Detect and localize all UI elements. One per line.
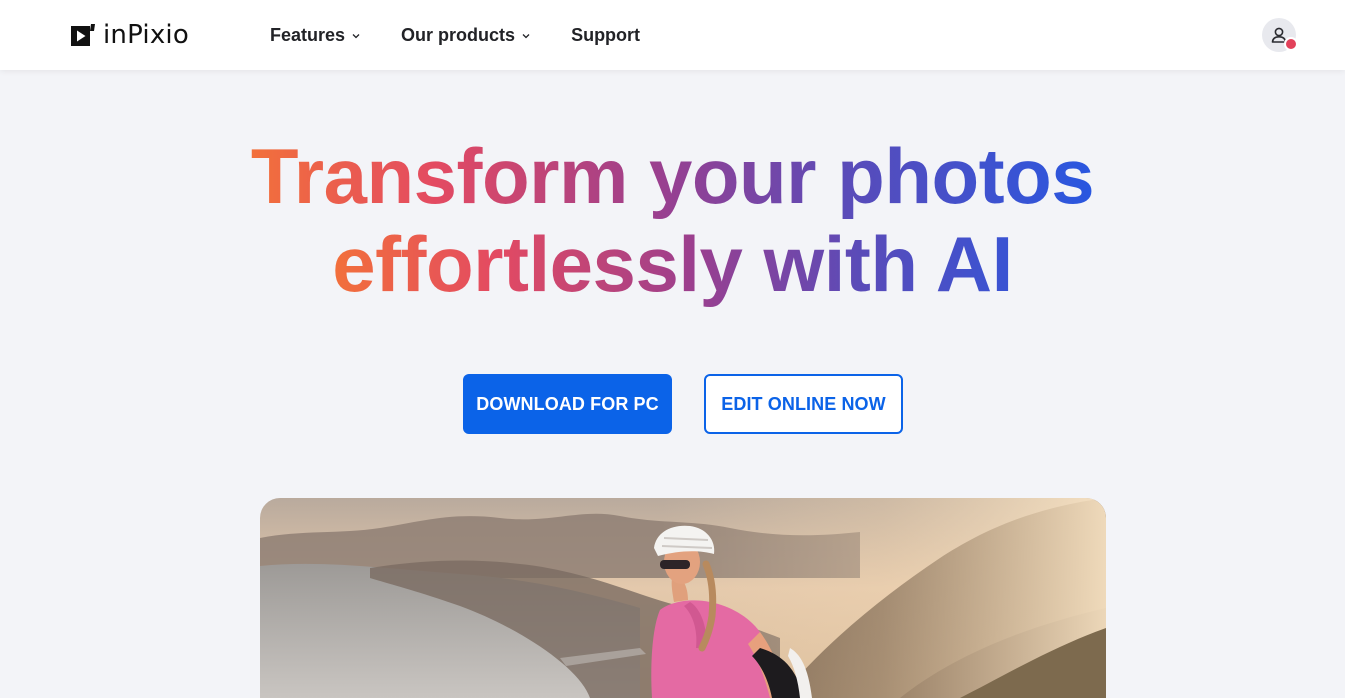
cyclist-coastline-photo xyxy=(260,498,1106,698)
edit-online-now-button[interactable]: EDIT ONLINE NOW xyxy=(704,374,903,434)
chevron-down-icon xyxy=(352,34,360,39)
inpixio-logo[interactable]: inPixio xyxy=(70,20,189,50)
nav-item-support[interactable]: Support xyxy=(571,25,640,46)
notification-badge xyxy=(1284,37,1298,51)
account-button[interactable] xyxy=(1262,18,1298,52)
hero-photo-cyclist xyxy=(260,498,1106,698)
chevron-down-icon xyxy=(522,34,530,39)
nav-item-label: Support xyxy=(571,24,641,45)
cta-group: DOWNLOAD FOR PC EDIT ONLINE NOW xyxy=(463,374,903,434)
nav-item-features[interactable]: Features xyxy=(270,25,361,46)
hero-headline: Transform your photos effortlessly with … xyxy=(0,132,1345,308)
hero-headline-line1: Transform your photos xyxy=(250,132,1095,220)
nav-item-our-products[interactable]: Our products xyxy=(401,25,531,46)
nav-item-label: Features xyxy=(270,24,346,45)
download-for-pc-button[interactable]: DOWNLOAD FOR PC xyxy=(463,374,672,434)
main-nav: Features Our products Support xyxy=(270,0,640,70)
nav-item-label: Our products xyxy=(401,24,516,45)
hero-headline-line2: effortlessly with AI xyxy=(332,220,1013,308)
top-navigation-bar: inPixio Features Our products Support xyxy=(0,0,1345,70)
play-logo-icon xyxy=(71,24,95,46)
logo-text: inPixio xyxy=(103,20,189,50)
